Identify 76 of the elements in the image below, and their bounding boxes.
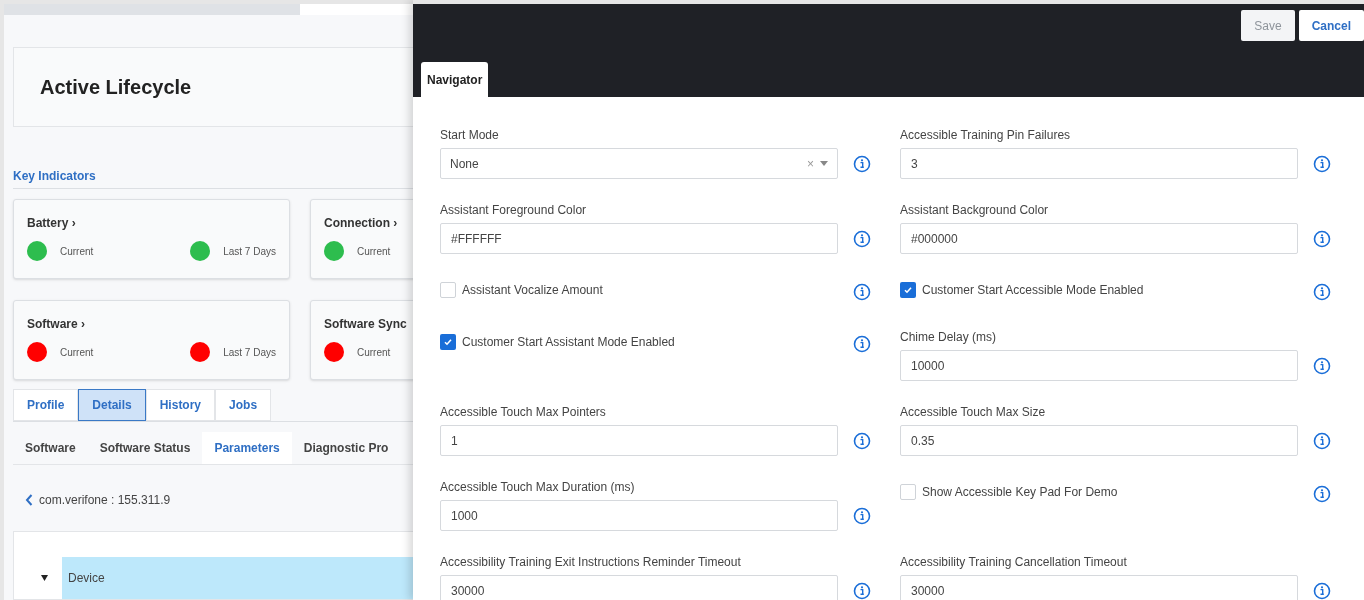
drawer-tab[interactable]: Navigator — [421, 62, 489, 97]
field-label: Accessibility Training Cancellation Timeout — [900, 554, 1128, 570]
status-label: Last 7 Days — [223, 244, 276, 259]
status-label: Current — [60, 345, 94, 360]
field-label: Accessible Touch Max Pointers — [440, 404, 607, 420]
info-icon[interactable] — [1313, 356, 1331, 375]
sub-tab[interactable]: Diagnostic Pro — [291, 432, 401, 464]
status-label: Current — [357, 345, 391, 360]
info-icon[interactable] — [853, 581, 871, 600]
input-field[interactable]: 30000 — [440, 575, 838, 600]
action-button[interactable]: Cancel — [1298, 10, 1364, 41]
indicator-title: Connection › — [324, 215, 399, 232]
checkbox[interactable] — [440, 334, 456, 350]
input-field[interactable]: 10000 — [900, 350, 1298, 381]
info-icon[interactable] — [1313, 229, 1331, 248]
check-icon — [903, 285, 913, 295]
info-icon[interactable] — [1313, 283, 1331, 301]
info-icon[interactable] — [1313, 485, 1331, 503]
info-icon[interactable] — [1313, 581, 1331, 600]
info-icon[interactable] — [853, 283, 871, 301]
checkbox[interactable] — [900, 484, 916, 500]
tab[interactable]: Profile — [13, 389, 79, 421]
indicator-title: Software › — [27, 316, 86, 333]
back-icon[interactable] — [25, 494, 33, 506]
check-icon — [443, 337, 453, 347]
field-label: Accessible Touch Max Size — [900, 404, 1047, 420]
input-field[interactable]: 1000 — [440, 500, 838, 531]
input-field[interactable]: #000000 — [900, 223, 1298, 254]
indicator-card[interactable]: Software Sync Current — [310, 300, 413, 380]
field-label: Accessible Touch Max Duration (ms) — [440, 479, 636, 495]
tab[interactable]: Details — [78, 389, 146, 421]
tree-item[interactable]: Device — [62, 557, 413, 599]
sub-tab[interactable]: Software Status — [87, 432, 203, 464]
info-icon[interactable] — [853, 506, 871, 525]
section-label: Key Indicators — [13, 169, 96, 183]
input-field[interactable]: 3 — [900, 148, 1298, 179]
sub-tab[interactable]: Parameters — [202, 432, 292, 464]
tab[interactable]: History — [145, 389, 216, 421]
indicator-card[interactable]: Connection › Current — [310, 199, 413, 279]
select-value: None — [450, 155, 480, 173]
info-icon[interactable] — [1313, 431, 1331, 450]
checkbox-label: Customer Start Assistant Mode Enabled — [462, 334, 675, 351]
select-field[interactable]: None × — [440, 148, 838, 179]
input-field[interactable]: #FFFFFF — [440, 223, 838, 254]
info-icon[interactable] — [1313, 154, 1331, 173]
info-icon[interactable] — [853, 431, 871, 450]
indicator-title: Software Sync — [324, 316, 408, 333]
checkbox-label: Assistant Vocalize Amount — [462, 282, 603, 299]
checkbox[interactable] — [900, 282, 916, 298]
checkbox-label: Customer Start Accessible Mode Enabled — [922, 282, 1144, 299]
sub-tab[interactable]: Software — [13, 432, 88, 464]
field-label: Assistant Background Color — [900, 202, 1050, 218]
checkbox-label: Show Accessible Key Pad For Demo — [922, 484, 1118, 501]
info-icon[interactable] — [853, 154, 871, 173]
breadcrumb: com.verifone : 155.311.9 — [39, 492, 171, 509]
field-label: Assistant Foreground Color — [440, 202, 588, 218]
page-title: Active Lifecycle — [40, 75, 192, 100]
indicator-title: Battery › — [27, 215, 77, 232]
field-label: Accessibility Training Exit Instructions Reminder Timeout — [440, 554, 742, 570]
input-field[interactable]: 0.35 — [900, 425, 1298, 456]
tab[interactable]: Jobs — [215, 389, 272, 421]
field-label: Chime Delay (ms) — [900, 329, 997, 345]
info-icon[interactable] — [853, 229, 871, 248]
indicator-card[interactable]: Software › Current Last 7 Days — [13, 300, 290, 380]
input-field[interactable]: 1 — [440, 425, 838, 456]
indicator-card[interactable]: Battery › Current Last 7 Days — [13, 199, 290, 279]
status-label: Last 7 Days — [223, 345, 276, 360]
checkbox[interactable] — [440, 282, 456, 298]
expand-icon[interactable] — [41, 575, 48, 581]
status-label: Current — [60, 244, 94, 259]
info-icon[interactable] — [853, 335, 871, 353]
status-label: Current — [357, 244, 391, 259]
field-label: Accessible Training Pin Failures — [900, 127, 1072, 143]
input-field[interactable]: 30000 — [900, 575, 1298, 600]
field-label: Start Mode — [440, 127, 500, 143]
caret-icon[interactable] — [820, 161, 828, 166]
